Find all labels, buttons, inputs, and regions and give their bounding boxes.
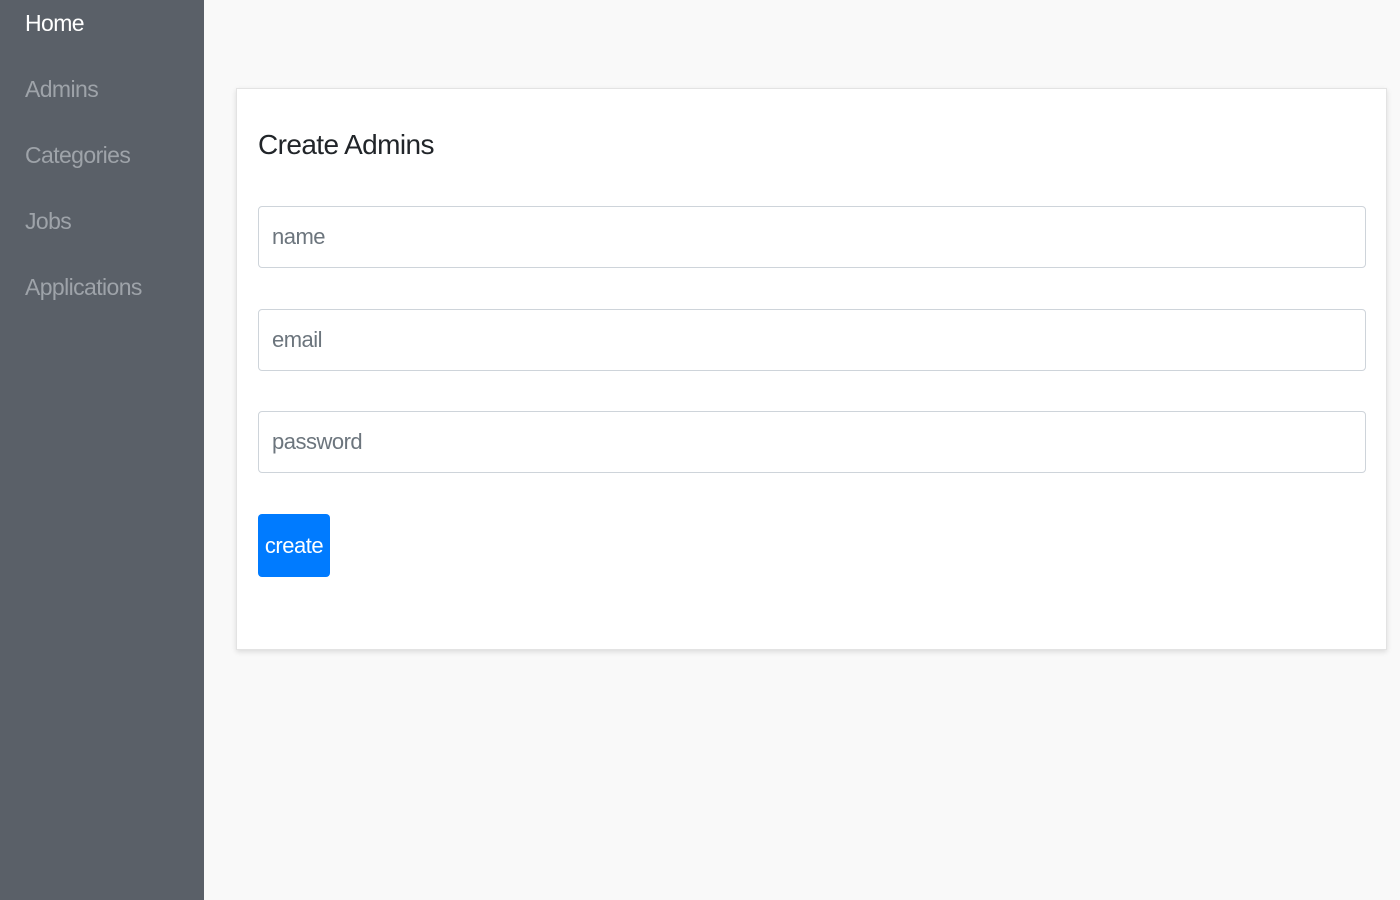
page-title: Create Admins	[258, 129, 434, 160]
app-window: Home Admins Categories Jobs Applications…	[0, 0, 1400, 900]
sidebar-item-home[interactable]: Home	[25, 10, 85, 37]
sidebar-item-admins[interactable]: Admins	[25, 76, 99, 103]
name-input[interactable]	[258, 206, 1366, 268]
create-admin-card: Create Admins create	[236, 88, 1387, 650]
sidebar: Home Admins Categories Jobs Applications	[0, 0, 204, 900]
sidebar-item-categories[interactable]: Categories	[25, 142, 131, 169]
create-button[interactable]: create	[258, 514, 330, 577]
email-input[interactable]	[258, 309, 1366, 371]
sidebar-item-applications[interactable]: Applications	[25, 274, 142, 301]
password-input[interactable]	[258, 411, 1366, 473]
sidebar-item-jobs[interactable]: Jobs	[25, 208, 72, 235]
